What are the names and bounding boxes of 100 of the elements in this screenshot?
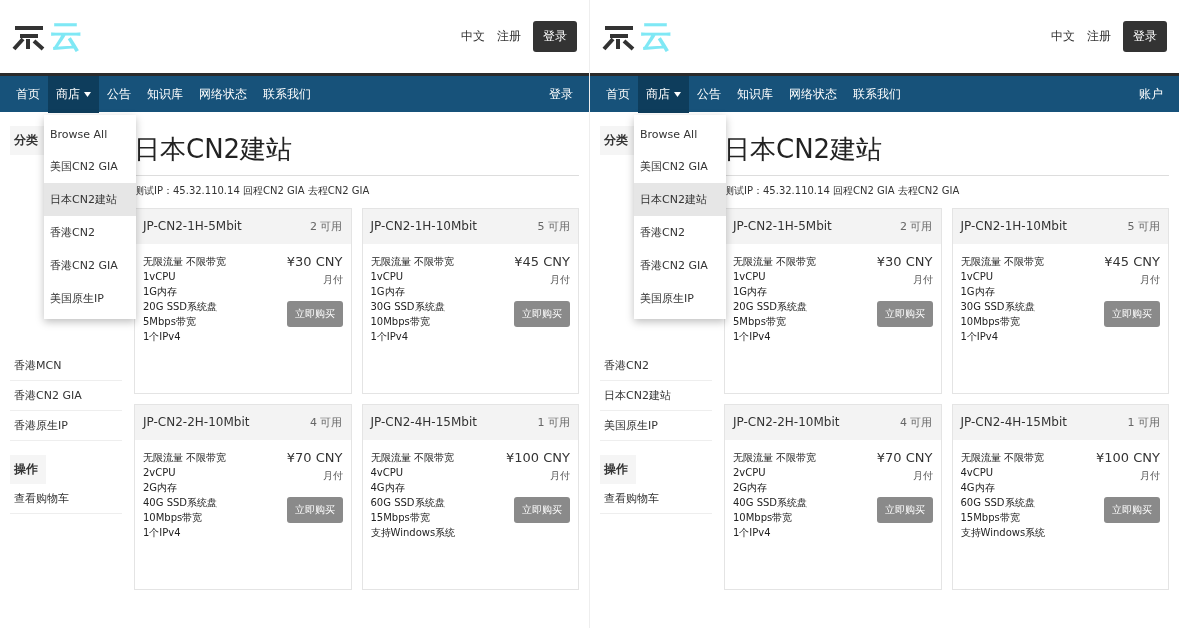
header-link[interactable]: 中文 [1051,28,1075,45]
feature-line: 无限流量 不限带宽 [733,451,817,465]
category-item[interactable]: 美国原生IP [600,411,712,441]
menu-item[interactable]: 美国原生IP [634,282,726,315]
price: ¥45 CNY [1104,254,1160,269]
billing-cycle: 月付 [912,469,933,483]
stock-label: 4 可用 [310,415,343,430]
nav-item[interactable]: 商店 [48,75,99,113]
nav-item[interactable]: 首页 [8,75,48,113]
nav-item[interactable]: 网络状态 [191,75,255,113]
nav-item[interactable]: 公告 [689,75,729,113]
product-name: JP-CN2-2H-10Mbit [143,415,250,429]
feature-line: 5Mbps带宽 [143,315,197,329]
feature-line: 1vCPU [733,270,767,284]
sidebar-heading: 操作 [10,455,46,484]
feature-line: 1个IPv4 [143,330,182,344]
feature-line: 无限流量 不限带宽 [370,451,455,465]
feature-line: 10Mbps带宽 [370,315,431,329]
menu-item[interactable]: 美国CN2 GIA [44,150,136,183]
category-item[interactable]: 香港CN2 [600,351,712,381]
stock-label: 2 可用 [310,219,343,234]
nav-item[interactable]: 商店 [638,75,689,113]
stock-label: 1 可用 [1127,415,1160,430]
account-menu[interactable]: 登录 [541,75,581,113]
feature-line: 无限流量 不限带宽 [370,255,454,269]
feature-line: 无限流量 不限带宽 [960,451,1045,465]
feature-line: 20G SSD系统盘 [143,300,219,314]
feature-line: 40G SSD系统盘 [733,496,809,510]
menu-item[interactable]: 美国原生IP [44,282,136,315]
menu-item[interactable]: Browse All [44,119,136,150]
feature-line: 支持Windows系统 [370,526,456,540]
feature-line: 30G SSD系统盘 [370,300,446,314]
feature-line: 10Mbps带宽 [143,511,204,525]
menu-item[interactable]: 香港CN2 GIA [634,249,726,282]
menu-item[interactable]: 日本CN2建站 [634,183,726,216]
price: ¥70 CNY [876,450,933,465]
nav-item[interactable]: 联系我们 [255,75,319,113]
feature-line: 20G SSD系统盘 [733,300,809,314]
stock-label: 2 可用 [900,219,933,234]
feature-line: 15Mbps带宽 [370,511,431,525]
feature-line: 1G内存 [960,285,996,299]
category-item[interactable]: 日本CN2建站 [600,381,712,411]
price: ¥100 CNY [1096,450,1160,465]
menu-item[interactable]: 美国CN2 GIA [634,150,726,183]
billing-cycle: 月付 [550,273,570,287]
view-cart-link[interactable]: 查看购物车 [600,484,712,514]
product-name: JP-CN2-1H-10Mbit [370,219,477,233]
feature-line: 15Mbps带宽 [960,511,1021,525]
price: ¥100 CNY [506,450,570,465]
price: ¥70 CNY [286,450,343,465]
nav-item[interactable]: 知识库 [729,75,781,113]
billing-cycle: 月付 [322,273,343,287]
view-cart-link[interactable]: 查看购物车 [10,484,122,514]
feature-line: 无限流量 不限带宽 [143,255,227,269]
billing-cycle: 月付 [1140,273,1160,287]
nav-item[interactable]: 联系我们 [845,75,909,113]
category-item[interactable]: 香港原生IP [10,411,122,441]
feature-line: 1vCPU [143,270,177,284]
nav-item[interactable]: 知识库 [139,75,191,113]
menu-item[interactable]: 香港CN2 [44,216,136,249]
feature-line: 1个IPv4 [733,330,772,344]
product-name: JP-CN2-1H-10Mbit [960,219,1067,233]
feature-line: 4G内存 [960,481,996,495]
category-item[interactable]: 香港CN2 GIA [10,381,122,411]
feature-line: 30G SSD系统盘 [960,300,1036,314]
stock-label: 1 可用 [537,415,570,430]
sidebar-heading: 分类 [600,126,636,155]
menu-item[interactable]: 香港CN2 [634,216,726,249]
login-button[interactable]: 登录 [533,21,577,52]
menu-item[interactable]: Browse All [634,119,726,150]
menu-item[interactable]: 日本CN2建站 [44,183,136,216]
stock-label: 5 可用 [1127,219,1160,234]
feature-line: 60G SSD系统盘 [960,496,1036,510]
feature-line: 1G内存 [143,285,179,299]
feature-line: 10Mbps带宽 [960,315,1021,329]
header-link[interactable]: 中文 [461,28,485,45]
billing-cycle: 月付 [912,273,933,287]
menu-item[interactable]: 香港CN2 GIA [44,249,136,282]
product-name: JP-CN2-2H-10Mbit [733,415,840,429]
nav-item[interactable]: 公告 [99,75,139,113]
nav-item[interactable]: 首页 [598,75,638,113]
stock-label: 5 可用 [537,219,570,234]
header-link[interactable]: 注册 [497,28,521,45]
category-item[interactable]: 香港MCN [10,351,122,381]
feature-line: 无限流量 不限带宽 [143,451,227,465]
feature-line: 2G内存 [733,481,769,495]
feature-line: 1个IPv4 [370,330,410,344]
login-button[interactable]: 登录 [1123,21,1167,52]
header-link[interactable]: 注册 [1087,28,1111,45]
feature-line: 2vCPU [143,466,177,480]
price: ¥30 CNY [286,254,343,269]
product-name: JP-CN2-4H-15Mbit [370,415,477,429]
feature-line: 1个IPv4 [143,526,182,540]
feature-line: 1个IPv4 [960,330,1000,344]
stock-label: 4 可用 [900,415,933,430]
nav-item[interactable]: 网络状态 [781,75,845,113]
account-menu[interactable]: 账户 [1131,75,1171,113]
feature-line: 4vCPU [370,466,405,480]
product-name: JP-CN2-1H-5Mbit [733,219,832,233]
feature-line: 2G内存 [143,481,179,495]
